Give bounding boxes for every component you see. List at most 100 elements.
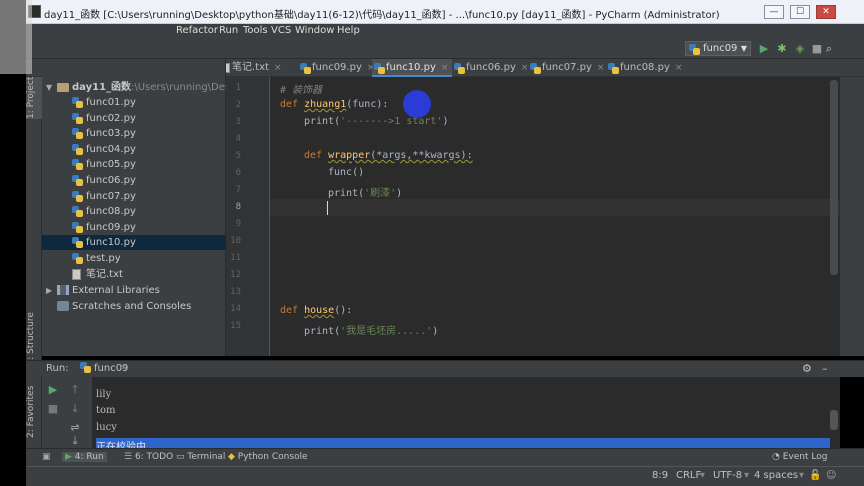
- mouse-pointer-highlight: [403, 90, 431, 118]
- python-icon: ◆: [228, 452, 238, 462]
- menu-run[interactable]: Run: [219, 25, 238, 36]
- sidebar-tab-project[interactable]: 1: Project: [26, 77, 42, 119]
- chevron-right-icon[interactable]: ▶: [46, 283, 52, 298]
- chevron-down-icon[interactable]: ▼: [46, 80, 52, 95]
- stop-icon[interactable]: ■: [46, 402, 60, 416]
- python-file-icon: [72, 221, 83, 233]
- project-file-item[interactable]: func09.py: [42, 220, 226, 235]
- menu-bar: Refactor Run Tools VCS Window Help: [26, 24, 864, 39]
- close-button[interactable]: ✕: [816, 5, 836, 19]
- menu-vcs[interactable]: VCS: [271, 25, 291, 36]
- event-log-button[interactable]: ◔ Event Log: [772, 452, 827, 462]
- gear-icon[interactable]: ⚙: [802, 362, 812, 375]
- menu-refactor[interactable]: Refactor: [176, 25, 218, 36]
- line-number: 5: [235, 151, 241, 161]
- inspector-icon[interactable]: ☺: [826, 470, 836, 481]
- project-file-item[interactable]: func07.py: [42, 189, 226, 204]
- indent-setting[interactable]: 4 spaces: [754, 470, 798, 481]
- project-file-item[interactable]: func10.py: [42, 235, 226, 251]
- soft-wrap-icon[interactable]: ⇌: [68, 421, 82, 435]
- tab-label: func10.py: [386, 62, 436, 73]
- console-output-line: lily: [96, 389, 112, 400]
- project-file-item[interactable]: func01.py: [42, 95, 226, 110]
- tab-func10[interactable]: func10.py ×: [372, 59, 452, 77]
- function-name: zhuang1: [304, 99, 347, 110]
- scratches-and-consoles[interactable]: Scratches and Consoles: [42, 299, 226, 314]
- python-file-icon: [72, 143, 83, 155]
- scroll-to-end-icon[interactable]: ⤓: [68, 434, 82, 448]
- tool-tab-python-console[interactable]: ◆ Python Console: [228, 452, 308, 462]
- close-tab-icon[interactable]: ×: [597, 63, 605, 73]
- tool-tab-label: 6: TODO: [134, 452, 174, 462]
- project-file-item[interactable]: func04.py: [42, 142, 226, 157]
- project-panel: ▼ day11_函数 C:\Users\running\Desktop ▶ Ex…: [42, 59, 226, 356]
- tab-func09[interactable]: func09.py ×: [298, 59, 374, 77]
- down-arrow-icon[interactable]: ↓: [68, 402, 82, 416]
- tool-tab-todo[interactable]: ☰ 6: TODO: [124, 452, 173, 462]
- search-icon[interactable]: ⌕: [822, 42, 836, 56]
- external-libraries[interactable]: ▶ External Libraries: [42, 283, 226, 298]
- tab-func08[interactable]: func08.py ×: [606, 59, 682, 77]
- lock-icon[interactable]: 🔓: [809, 470, 821, 481]
- close-tab-icon[interactable]: ×: [120, 363, 128, 373]
- tab-func07[interactable]: func07.py ×: [528, 59, 604, 77]
- close-tab-icon[interactable]: ×: [675, 63, 683, 73]
- python-icon: [608, 63, 619, 74]
- line-number: 6: [235, 168, 241, 178]
- python-file-icon: [72, 128, 83, 140]
- project-file-item[interactable]: 笔记.txt: [42, 267, 226, 282]
- close-tab-icon[interactable]: ×: [274, 63, 282, 73]
- project-file-item[interactable]: func06.py: [42, 173, 226, 188]
- close-tab-icon[interactable]: ×: [441, 63, 449, 73]
- project-file-item[interactable]: func03.py: [42, 126, 226, 141]
- menu-help[interactable]: Help: [337, 25, 360, 36]
- menu-tools[interactable]: Tools: [243, 25, 268, 36]
- console-output-line: tom: [96, 405, 116, 416]
- console-scrollbar[interactable]: [830, 410, 838, 430]
- minimize-button[interactable]: —: [764, 5, 784, 19]
- project-file-label: func09.py: [86, 221, 136, 233]
- tab-label: func06.py: [466, 62, 516, 73]
- code-text: ): [396, 188, 403, 199]
- library-icon: [57, 285, 69, 295]
- python-icon: [374, 63, 385, 74]
- up-arrow-icon[interactable]: ↑: [68, 383, 82, 397]
- menu-window[interactable]: Window: [295, 25, 334, 36]
- debug-icon[interactable]: ✱: [775, 42, 789, 56]
- caret-position[interactable]: 8:9: [652, 470, 668, 481]
- text-file-icon: [72, 268, 81, 280]
- event-log-label: Event Log: [782, 452, 828, 462]
- project-root[interactable]: ▼ day11_函数 C:\Users\running\Desktop: [42, 80, 226, 95]
- editor-scrollbar[interactable]: [830, 80, 838, 275]
- coverage-icon[interactable]: ◈: [793, 42, 807, 56]
- chevron-down-icon: ▼: [740, 44, 747, 53]
- hide-icon[interactable]: –: [822, 362, 828, 375]
- project-file-item[interactable]: test.py: [42, 251, 226, 266]
- tab-notes-txt[interactable]: 笔记.txt ×: [218, 59, 282, 77]
- project-file-item[interactable]: func05.py: [42, 157, 226, 172]
- run-icon[interactable]: ▶: [757, 42, 771, 56]
- code-text: (func):: [346, 99, 389, 110]
- run-config-select[interactable]: func09 ▼: [685, 41, 751, 56]
- python-file-icon: [72, 253, 83, 264]
- project-file-item[interactable]: func08.py: [42, 204, 226, 219]
- tab-func06[interactable]: func06.py ×: [452, 59, 528, 77]
- file-encoding[interactable]: UTF-8: [713, 470, 742, 481]
- line-separator[interactable]: CRLF: [676, 470, 701, 481]
- project-file-item[interactable]: func02.py: [42, 111, 226, 126]
- code-line-1: # 装饰器: [280, 81, 322, 96]
- window-title: day11_函数 [C:\Users\running\Desktop\pytho…: [44, 10, 720, 21]
- panel-toggle-icon[interactable]: ▣: [42, 452, 51, 462]
- code-editor[interactable]: # 装饰器 def zhuang1(func): print('------->…: [270, 77, 840, 356]
- tool-tab-terminal[interactable]: ▭ Terminal: [176, 452, 225, 462]
- rerun-icon[interactable]: ▶: [46, 383, 60, 397]
- line-number: 2: [235, 100, 241, 110]
- python-file-icon: [72, 237, 83, 249]
- terminal-icon: ▭: [176, 452, 188, 462]
- python-file-icon: [72, 190, 83, 202]
- sidebar-tab-favorites[interactable]: 2: Favorites: [26, 382, 42, 442]
- tool-tab-run[interactable]: ▶ 4: Run: [62, 452, 107, 462]
- project-file-label: 笔记.txt: [86, 268, 123, 280]
- maximize-button[interactable]: ☐: [790, 5, 810, 19]
- run-config-label: func09: [703, 43, 738, 54]
